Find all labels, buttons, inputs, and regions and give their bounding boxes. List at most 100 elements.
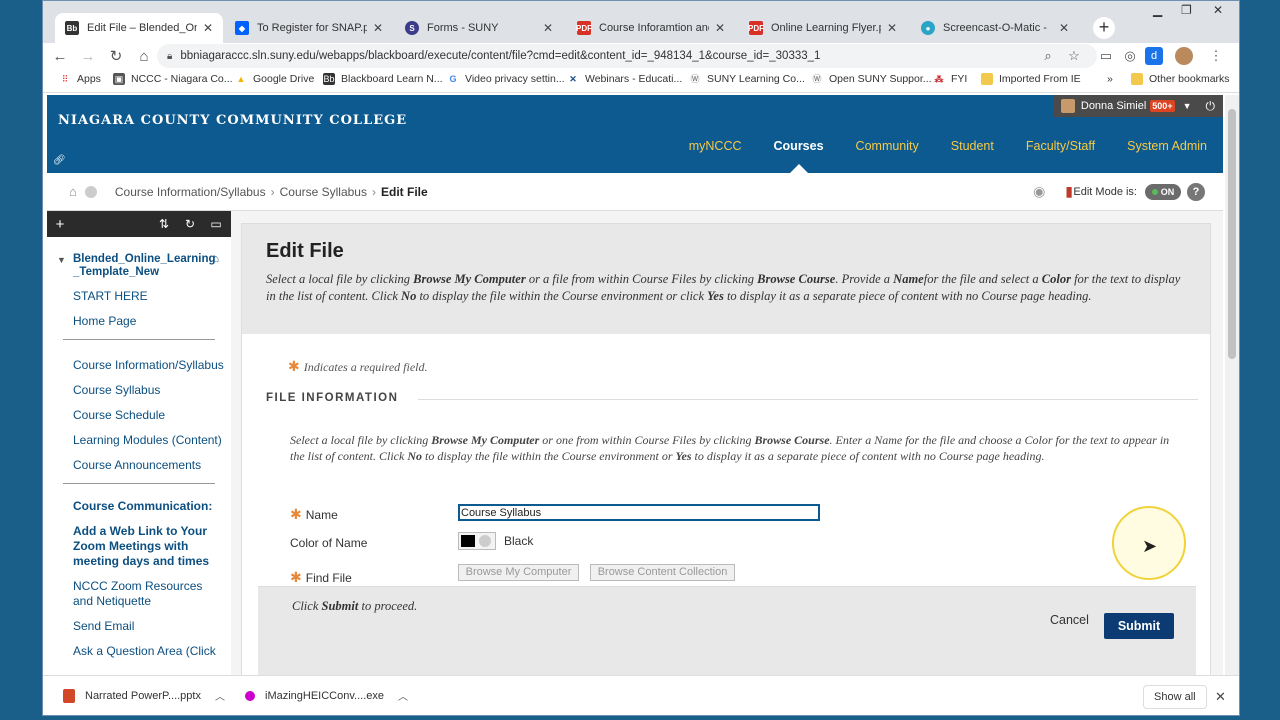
add-menu-item-icon[interactable]: + xyxy=(47,216,73,233)
bookmark-other[interactable]: Other bookmarks xyxy=(1131,73,1230,85)
extension-icon[interactable]: ◎ xyxy=(1121,47,1139,65)
chevron-up-icon[interactable]: ︿ xyxy=(215,688,225,703)
sidebar-item-course-info[interactable]: Course Information/Syllabus xyxy=(73,358,229,373)
name-field[interactable] xyxy=(458,504,820,521)
close-window-button[interactable]: ✕ xyxy=(1213,3,1223,17)
tab-label: Edit File – Blended_Online_L xyxy=(87,22,197,34)
sidebar-item-announcements[interactable]: Course Announcements xyxy=(73,458,229,473)
browse-my-computer-button[interactable]: Browse My Computer xyxy=(458,564,579,581)
bookmark-fyi[interactable]: ⁂ FYI xyxy=(933,73,968,85)
color-swatch[interactable] xyxy=(458,532,496,550)
sidebar-item-zoom-link[interactable]: Add a Web Link to Your Zoom Meetings wit… xyxy=(73,524,231,569)
section-instructions: Select a local file by clicking Browse M… xyxy=(290,433,1170,463)
bookmark-overflow[interactable]: » xyxy=(1107,73,1113,85)
wordpress-icon: Ⓦ xyxy=(690,74,700,84)
zoom-icon[interactable]: ⌕ xyxy=(1039,47,1057,65)
sort-icon[interactable]: ⇅ xyxy=(151,217,177,231)
close-icon[interactable]: ✕ xyxy=(887,21,897,35)
books-icon[interactable]: ▮ xyxy=(1065,183,1073,200)
sidebar-item-home-page[interactable]: Home Page xyxy=(73,314,229,329)
nav-student[interactable]: Student xyxy=(935,139,1010,153)
bookmark-google-drive[interactable]: ▲ Google Drive xyxy=(235,73,315,85)
new-tab-button[interactable]: + xyxy=(1093,17,1115,39)
tab-edit-file[interactable]: Bb Edit File – Blended_Online_L ✕ xyxy=(55,13,223,43)
sidebar-item-ask-question[interactable]: Ask a Question Area (Click xyxy=(73,644,229,659)
close-icon[interactable]: ✕ xyxy=(203,21,213,35)
folder-icon xyxy=(981,73,993,85)
close-icon[interactable]: ✕ xyxy=(1215,689,1226,705)
bookmark-star-icon[interactable]: ☆ xyxy=(1065,47,1083,65)
reload-icon[interactable]: ↻ xyxy=(105,47,127,65)
tab-screencast[interactable]: ● Screencast-O-Matic - ✕ xyxy=(911,13,1079,43)
page-scrollbar[interactable] xyxy=(1225,95,1239,675)
edit-mode-switch[interactable]: ON xyxy=(1145,184,1181,200)
bookmark-imported-ie[interactable]: Imported From IE xyxy=(981,73,1081,85)
menu-icon[interactable]: ⋮ xyxy=(1207,47,1225,65)
nav-courses[interactable]: Courses xyxy=(758,139,840,173)
color-value: Black xyxy=(504,534,534,548)
collapse-caret-icon[interactable]: ▼ xyxy=(57,254,66,267)
maximize-button[interactable]: ❐ xyxy=(1181,3,1192,17)
forward-icon[interactable]: → xyxy=(77,48,99,65)
chevron-up-icon[interactable]: ︿ xyxy=(398,688,408,703)
sidebar-item-learning-modules[interactable]: Learning Modules (Content) xyxy=(73,433,229,448)
nav-mynccc[interactable]: myNCCC xyxy=(673,139,758,153)
bookmark-suny-learning[interactable]: Ⓦ SUNY Learning Co... xyxy=(689,73,804,85)
folder-view-icon[interactable]: ▭ xyxy=(203,217,229,231)
close-icon[interactable]: ✕ xyxy=(715,21,725,35)
color-picker[interactable]: Black xyxy=(458,532,533,550)
show-all-button[interactable]: Show all xyxy=(1143,685,1207,709)
extension-d-icon[interactable]: d xyxy=(1145,47,1163,65)
bookmark-webinars[interactable]: ✕ Webinars - Educati... xyxy=(567,73,682,85)
link-icon[interactable]: 🔗︎ xyxy=(53,155,66,166)
close-icon[interactable]: ✕ xyxy=(543,21,553,35)
nav-faculty-staff[interactable]: Faculty/Staff xyxy=(1010,139,1111,153)
browse-content-collection-button[interactable]: Browse Content Collection xyxy=(590,564,735,581)
home-icon[interactable]: ⌂ xyxy=(133,48,155,65)
address-bar[interactable]: 🔒︎ bbniagaraccc.sln.suny.edu/webapps/bla… xyxy=(157,44,1097,68)
bookmark-nccc[interactable]: ▣ NCCC - Niagara Co... xyxy=(113,73,233,85)
sidebar-item-course-syllabus[interactable]: Course Syllabus xyxy=(73,383,229,398)
tab-course-info[interactable]: PDF Course Inforamtion and Syll ✕ xyxy=(567,13,735,43)
breadcrumb-course-info[interactable]: Course Information/Syllabus xyxy=(115,185,266,199)
sidebar-item-send-email[interactable]: Send Email xyxy=(73,619,229,634)
sidebar-item-zoom-resources[interactable]: NCCC Zoom Resources and Netiquette xyxy=(73,579,203,609)
bookmark-blackboard[interactable]: Bb Blackboard Learn N... xyxy=(323,73,443,85)
powerpoint-icon xyxy=(63,688,75,703)
tab-online-flyer[interactable]: PDF Online Learning Flyer.pdf - C ✕ xyxy=(739,13,907,43)
course-title[interactable]: ▼ Blended_Online_Learning _Template_New … xyxy=(57,253,219,279)
color-label: Color of Name xyxy=(290,536,368,550)
profile-avatar[interactable] xyxy=(1175,47,1193,65)
download-item-exe[interactable]: iMazingHEICConv....exe ︿ xyxy=(245,688,408,703)
tab-snap[interactable]: ◆ To Register for SNAP.pdf ✕ xyxy=(225,13,393,43)
power-icon[interactable]: ⏻ xyxy=(1206,99,1216,114)
tab-forms-suny[interactable]: S Forms - SUNY ✕ xyxy=(395,13,563,43)
user-menu[interactable]: Donna Simiel 500+ ▼ ⏻ xyxy=(1052,95,1223,117)
minimize-button[interactable]: ▁ xyxy=(1153,3,1162,17)
close-icon[interactable]: ✕ xyxy=(1059,21,1069,35)
help-icon[interactable]: ? xyxy=(1187,183,1205,201)
close-icon[interactable]: ✕ xyxy=(373,21,383,35)
tab-label: Online Learning Flyer.pdf - C xyxy=(771,22,881,34)
download-item-pptx[interactable]: Narrated PowerP....pptx ︿ xyxy=(63,688,225,703)
submit-button[interactable]: Submit xyxy=(1104,613,1174,639)
cast-icon[interactable]: ▭ xyxy=(1097,47,1115,65)
bookmark-open-suny[interactable]: Ⓦ Open SUNY Suppor... xyxy=(811,73,931,85)
refresh-icon[interactable]: ↻ xyxy=(177,217,203,231)
nav-system-admin[interactable]: System Admin xyxy=(1111,139,1223,153)
blackboard-icon: Bb xyxy=(65,21,79,35)
bookmark-video-privacy[interactable]: G Video privacy settin... xyxy=(447,73,564,85)
eye-icon[interactable]: ◉ xyxy=(1033,183,1045,200)
bookmark-apps[interactable]: ⠿ Apps xyxy=(59,73,101,85)
name-label-text: Name xyxy=(305,508,338,522)
sidebar-item-course-schedule[interactable]: Course Schedule xyxy=(73,408,229,423)
scrollbar-thumb[interactable] xyxy=(1228,109,1236,359)
menu-dropdown-icon[interactable] xyxy=(84,185,97,198)
sidebar-item-start-here[interactable]: START HERE xyxy=(73,289,229,304)
back-icon[interactable]: ← xyxy=(49,48,71,65)
home-icon[interactable]: ⌂ xyxy=(69,184,77,199)
nav-community[interactable]: Community xyxy=(840,139,935,153)
breadcrumb-course-syllabus[interactable]: Course Syllabus xyxy=(280,185,367,199)
cancel-button[interactable]: Cancel xyxy=(1050,613,1089,627)
chevron-right-icon: » xyxy=(1107,73,1113,85)
